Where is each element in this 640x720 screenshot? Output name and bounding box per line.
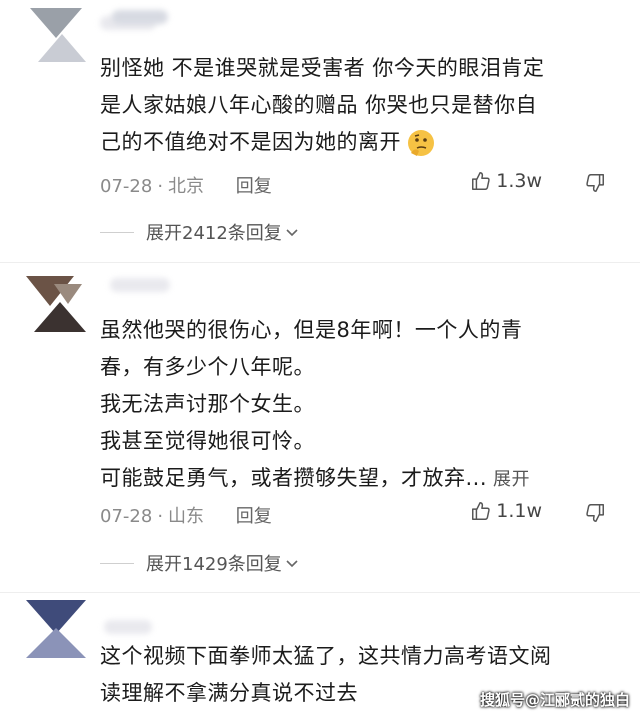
comment-line: 这个视频下面拳师太猛了，这共情力高考语文阅	[100, 644, 552, 668]
meta-separator: ·	[157, 176, 164, 197]
expand-rule	[100, 231, 134, 233]
like-button[interactable]: 1.1w	[470, 500, 542, 522]
watermark: 搜狐号@江郦贰的独白	[479, 691, 630, 709]
divider	[0, 262, 640, 263]
avatar-shape	[54, 284, 82, 304]
username-blurred[interactable]	[104, 620, 152, 634]
comment-line: 是人家姑娘八年心酸的赠品 你哭也只是替你自	[100, 93, 538, 117]
expand-rule	[100, 562, 134, 564]
avatar-shape	[38, 34, 86, 62]
comment-line-last: 己的不值绝对不是因为她的离开	[100, 124, 610, 161]
divider	[0, 592, 640, 593]
comment-date: 07-28	[100, 176, 153, 197]
reply-button[interactable]: 回复	[236, 502, 272, 528]
comment-line: 虽然他哭的很伤心，但是8年啊！一个人的青	[100, 318, 523, 342]
expand-replies-button[interactable]: 展开1429条回复	[100, 550, 300, 576]
like-count: 1.1w	[496, 500, 542, 522]
comment-2: 虽然他哭的很伤心，但是8年啊！一个人的青 春，有多少个八年呢。 我无法声讨那个女…	[0, 268, 640, 588]
comment-line: 己的不值绝对不是因为她的离开	[100, 130, 401, 154]
comment-1: 别怪她 不是谁哭就是受害者 你今天的眼泪肯定 是人家姑娘八年心酸的赠品 你哭也只…	[0, 0, 640, 255]
comment-line: 我无法声讨那个女生。	[100, 392, 315, 416]
thumbs-down-icon	[586, 174, 604, 192]
thinking-face-emoji	[408, 130, 434, 156]
comment-location: 山东	[168, 506, 205, 527]
like-count: 1.3w	[496, 170, 542, 192]
comment-line: 别怪她 不是谁哭就是受害者 你今天的眼泪肯定	[100, 56, 545, 80]
comment-date: 07-28	[100, 506, 153, 527]
expand-text-button[interactable]: 展开	[493, 469, 530, 490]
comment-location: 北京	[168, 176, 205, 197]
expand-replies-label: 展开2412条回复	[146, 223, 282, 244]
username-blurred[interactable]	[110, 278, 170, 292]
comment-line-last: 可能鼓足勇气，或者攒够失望，才放弃... 展开	[100, 460, 610, 498]
comment-text: 别怪她 不是谁哭就是受害者 你今天的眼泪肯定 是人家姑娘八年心酸的赠品 你哭也只…	[100, 50, 610, 161]
comment-text: 虽然他哭的很伤心，但是8年啊！一个人的青 春，有多少个八年呢。 我无法声讨那个女…	[100, 312, 610, 498]
meta-separator: ·	[157, 506, 164, 527]
dislike-button[interactable]	[584, 172, 606, 198]
expand-replies-button[interactable]: 展开2412条回复	[100, 219, 300, 245]
comment-meta: 07-28 · 北京 回复	[100, 172, 272, 198]
comment-meta: 07-28 · 山东 回复	[100, 502, 272, 528]
avatar-shape	[26, 628, 86, 658]
comment-line: 我甚至觉得她很可怜。	[100, 429, 315, 453]
chevron-down-icon	[286, 560, 298, 568]
reply-button[interactable]: 回复	[236, 172, 272, 198]
thumbs-up-icon	[472, 172, 490, 190]
dislike-button[interactable]	[584, 502, 606, 528]
avatar-shape	[34, 302, 86, 332]
like-button[interactable]: 1.3w	[470, 170, 542, 192]
chevron-down-icon	[286, 229, 298, 237]
username-blurred	[112, 10, 168, 24]
comment-line: 春，有多少个八年呢。	[100, 355, 315, 379]
thumbs-up-icon	[472, 502, 490, 520]
comment-line: 可能鼓足勇气，或者攒够失望，才放弃...	[100, 466, 488, 490]
avatar[interactable]	[18, 274, 86, 336]
avatar[interactable]	[18, 598, 86, 660]
avatar[interactable]	[18, 4, 86, 66]
thumbs-down-icon	[586, 504, 604, 522]
expand-replies-label: 展开1429条回复	[146, 554, 282, 575]
